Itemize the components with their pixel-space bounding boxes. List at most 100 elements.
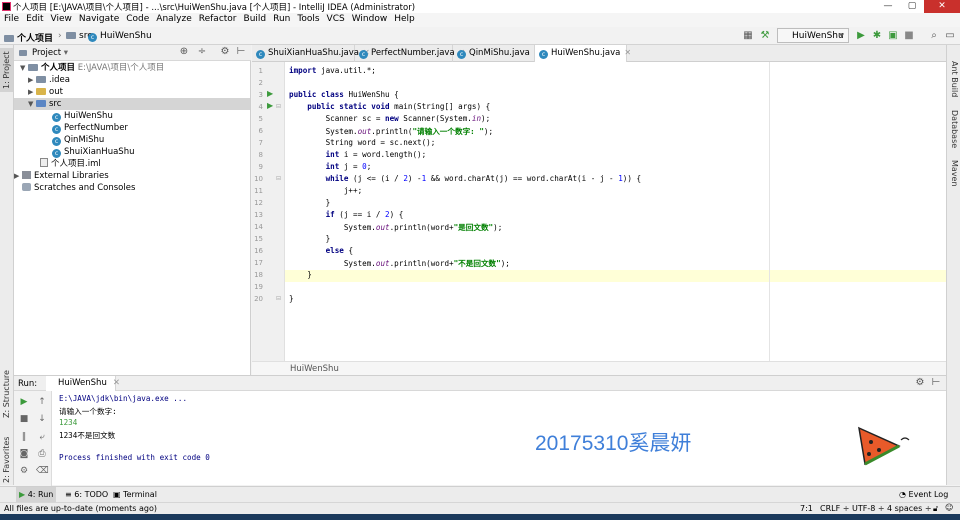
fold-icon[interactable]: ⊟: [276, 103, 281, 110]
maven-tool-tab[interactable]: Maven: [950, 160, 959, 187]
search-everywhere-icon[interactable]: ⌕: [928, 30, 940, 42]
todo-tool-tab[interactable]: ≡ 6: TODO: [62, 489, 111, 500]
run-panel-header: Run: HuiWenShu ✕ ⚙ ⊢: [14, 376, 946, 391]
ant-build-tool-tab[interactable]: Ant Build: [950, 61, 959, 97]
line-number: 9: [258, 163, 263, 171]
code-line: }: [289, 294, 294, 303]
tab-qinmishu[interactable]: cQinMiShu.java✕: [453, 45, 541, 62]
run-tool-tab[interactable]: ▶ 4: Run: [16, 487, 57, 502]
menu-help[interactable]: Help: [390, 13, 418, 24]
watermelon-sticker-icon: [858, 426, 910, 466]
tree-item-external-libraries[interactable]: ▶ External Libraries: [14, 170, 109, 182]
tree-item-out[interactable]: ▶ out: [28, 86, 63, 98]
dump-threads-icon[interactable]: ◙: [18, 448, 30, 460]
fold-icon[interactable]: ⊟: [276, 175, 281, 182]
close-icon[interactable]: ✕: [624, 48, 631, 57]
menu-vcs[interactable]: VCS: [323, 13, 348, 24]
hide-panel-icon[interactable]: ⊢: [235, 46, 247, 58]
tree-item-qinmishu[interactable]: c QinMiShu: [52, 134, 104, 146]
build-hammer-icon[interactable]: ⚒: [759, 30, 771, 42]
menu-file[interactable]: File: [0, 13, 22, 24]
tree-item-perfectnumber[interactable]: c PerfectNumber: [52, 122, 128, 134]
event-log-tool-tab[interactable]: ◔ Event Log: [896, 489, 951, 500]
run-configuration-select[interactable]: HuiWenShu ▾: [777, 28, 849, 43]
code-editor[interactable]: import java.util.*; public class HuiWenS…: [285, 62, 946, 361]
menu-navigate[interactable]: Navigate: [75, 13, 122, 24]
lock-icon[interactable]: 🔓︎: [933, 504, 938, 514]
code-line: public static void main(String[] args) {: [307, 102, 491, 111]
breadcrumb-project[interactable]: 个人项目: [4, 31, 53, 44]
menu-view[interactable]: View: [47, 13, 75, 24]
menu-window[interactable]: Window: [348, 13, 391, 24]
tree-item-src[interactable]: ▼ src: [14, 98, 250, 110]
run-tab-huiwenshu[interactable]: HuiWenShu ✕: [46, 376, 120, 391]
breadcrumb-file[interactable]: c HuiWenShu: [88, 31, 152, 42]
hector-icon[interactable]: ☺: [945, 503, 953, 512]
tab-perfectnumber[interactable]: cPerfectNumber.java✕: [355, 45, 465, 62]
menu-analyze[interactable]: Analyze: [152, 13, 194, 24]
structure-tool-tab[interactable]: Z: Structure: [2, 370, 11, 418]
gear-icon[interactable]: ⚙: [914, 377, 926, 389]
menu-edit[interactable]: Edit: [22, 13, 46, 24]
menu-run[interactable]: Run: [269, 13, 293, 24]
debug-icon[interactable]: ✱: [871, 30, 883, 42]
scroll-down-icon[interactable]: ↓: [36, 413, 48, 425]
project-structure-icon[interactable]: ▦: [742, 30, 754, 42]
caret-position[interactable]: 7:1: [800, 504, 813, 513]
favorites-tool-tab[interactable]: 2: Favorites: [2, 437, 11, 483]
line-separator-select[interactable]: CRLF ÷: [820, 504, 849, 513]
menu-build[interactable]: Build: [240, 13, 270, 24]
tree-item-idea[interactable]: ▶ .idea: [28, 74, 70, 86]
tab-shuixianhuashu[interactable]: cShuiXianHuaShu.java✕: [252, 45, 370, 62]
menu-refactor[interactable]: Refactor: [195, 13, 240, 24]
vcs-update-icon[interactable]: ▭: [944, 30, 956, 42]
clear-all-icon[interactable]: ⌫: [36, 465, 49, 477]
gear-icon[interactable]: ⚙: [219, 46, 231, 58]
collapse-all-icon[interactable]: ÷: [196, 46, 208, 58]
stop-icon[interactable]: ■: [903, 30, 915, 42]
run-icon[interactable]: ▶: [855, 30, 867, 42]
menu-tools[interactable]: Tools: [293, 13, 322, 24]
iml-file-icon: [40, 158, 48, 167]
rerun-icon[interactable]: ▶: [18, 396, 30, 408]
run-class-gutter-icon[interactable]: ▶: [267, 89, 273, 98]
minimize-button[interactable]: —: [876, 0, 900, 13]
terminal-tool-tab[interactable]: ▣ Terminal: [110, 489, 160, 500]
stop-icon[interactable]: ■: [18, 413, 30, 425]
code-line: int j = 0;: [325, 162, 372, 171]
indent-select[interactable]: 4 spaces ÷: [887, 504, 932, 513]
settings-icon[interactable]: ⚙: [18, 465, 30, 477]
coverage-icon[interactable]: ▣: [887, 30, 899, 42]
hide-panel-icon[interactable]: ⊢: [930, 377, 942, 389]
project-tool-tab[interactable]: 1: Project: [2, 51, 11, 89]
run-main-gutter-icon[interactable]: ▶: [267, 101, 273, 110]
close-window-button[interactable]: ✕: [924, 0, 960, 13]
chevron-right-icon: ▶: [28, 88, 34, 96]
locate-icon[interactable]: ⊕: [178, 46, 190, 58]
tree-item-iml[interactable]: 个人项目.iml: [40, 158, 101, 170]
database-tool-tab[interactable]: Database: [950, 110, 959, 148]
tree-item-shuixianhuashu[interactable]: c ShuiXianHuaShu: [52, 146, 134, 158]
tree-item-scratches[interactable]: Scratches and Consoles: [22, 182, 135, 194]
class-icon: c: [52, 125, 61, 134]
run-toolbar: ▶ ↑ ■ ↓ ‖ ⤶ ◙ ⎙ ⚙ ⌫: [14, 391, 52, 486]
soft-wrap-icon[interactable]: ⤶: [36, 431, 48, 443]
close-icon[interactable]: ✕: [113, 378, 120, 388]
pause-icon[interactable]: ‖: [18, 431, 30, 443]
code-line: System.out.println(word+"不是回文数");: [289, 259, 510, 268]
tab-huiwenshu[interactable]: c HuiWenShu.java ✕: [535, 45, 631, 62]
chevron-down-icon: ▼: [20, 64, 26, 72]
fold-icon[interactable]: ⊟: [276, 295, 281, 302]
menu-code[interactable]: Code: [122, 13, 152, 24]
tree-item-huiwenshu[interactable]: c HuiWenShu: [52, 110, 113, 122]
project-view-select[interactable]: Project ▾: [32, 48, 68, 58]
print-icon[interactable]: ⎙: [36, 448, 48, 460]
maximize-button[interactable]: ▢: [900, 0, 924, 13]
code-line: public class HuiWenShu {: [289, 90, 399, 99]
encoding-select[interactable]: UTF-8 ÷: [852, 504, 885, 513]
scroll-up-icon[interactable]: ↑: [36, 396, 48, 408]
editor-gutter[interactable]: 1 2 3 4 5 6 7 8 9 10 11 12 13 14 15 16 1…: [252, 62, 285, 361]
editor-breadcrumb-item[interactable]: HuiWenShu: [290, 364, 339, 374]
line-number: 19: [254, 283, 263, 291]
tree-item-project-root[interactable]: ▼ 个人项目 E:\JAVA\项目\个人项目: [20, 62, 164, 74]
